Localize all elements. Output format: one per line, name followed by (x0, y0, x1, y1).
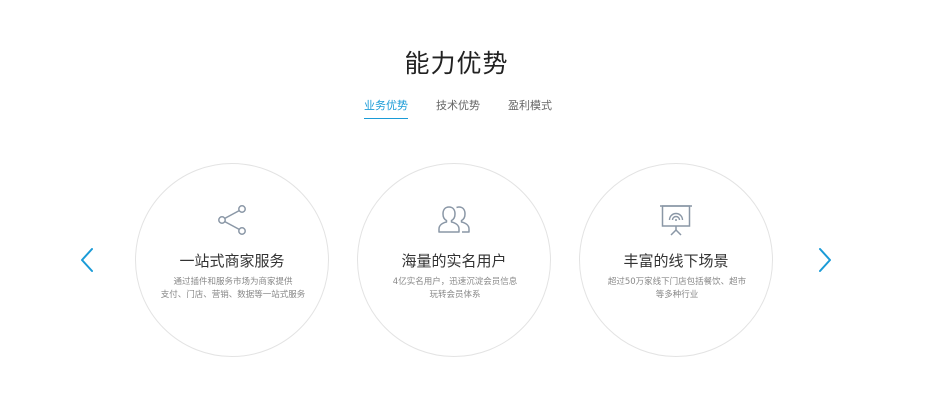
tab-technical-advantage[interactable]: 技术优势 (436, 97, 480, 119)
tab-bar: 业务优势 技术优势 盈利模式 (0, 97, 916, 119)
section-title: 能力优势 (404, 49, 509, 78)
users-icon (436, 202, 472, 238)
card-description-line: 通过插件和服务市场为商家提供 (173, 277, 293, 287)
tab-profit-model[interactable]: 盈利模式 (508, 97, 552, 119)
card-description: 通过插件和服务市场为商家提供 支付、门店、营销、数据等一站式服务 (148, 276, 318, 302)
presentation-icon (658, 202, 694, 238)
feature-card-real-name-users: 海量的实名用户 4亿实名用户，迅速沉淀会员信息 玩转会员体系 (357, 163, 551, 357)
carousel-next-button[interactable] (814, 245, 834, 275)
card-description: 超过50万家线下门店包括餐饮、超市 等多种行业 (592, 276, 762, 302)
chevron-right-icon (819, 248, 831, 272)
chevron-left-icon (81, 248, 93, 272)
carousel-prev-button[interactable] (78, 245, 98, 275)
card-description-line: 超过50万家线下门店包括餐饮、超市 (607, 277, 747, 287)
card-description-line: 等多种行业 (655, 290, 699, 300)
card-description-line: 4亿实名用户，迅速沉淀会员信息 (392, 277, 518, 287)
card-description-line: 支付、门店、营销、数据等一站式服务 (160, 290, 306, 300)
feature-card-offline-scenes: 丰富的线下场景 超过50万家线下门店包括餐饮、超市 等多种行业 (579, 163, 773, 357)
share-icon (214, 202, 250, 238)
card-description-line: 玩转会员体系 (429, 290, 481, 300)
card-title: 一站式商家服务 (179, 252, 285, 270)
card-title: 丰富的线下场景 (623, 252, 729, 270)
card-description: 4亿实名用户，迅速沉淀会员信息 玩转会员体系 (370, 276, 540, 302)
tab-business-advantage[interactable]: 业务优势 (364, 97, 408, 119)
feature-card-merchant-service: 一站式商家服务 通过插件和服务市场为商家提供 支付、门店、营销、数据等一站式服务 (135, 163, 329, 357)
card-title: 海量的实名用户 (401, 252, 507, 270)
